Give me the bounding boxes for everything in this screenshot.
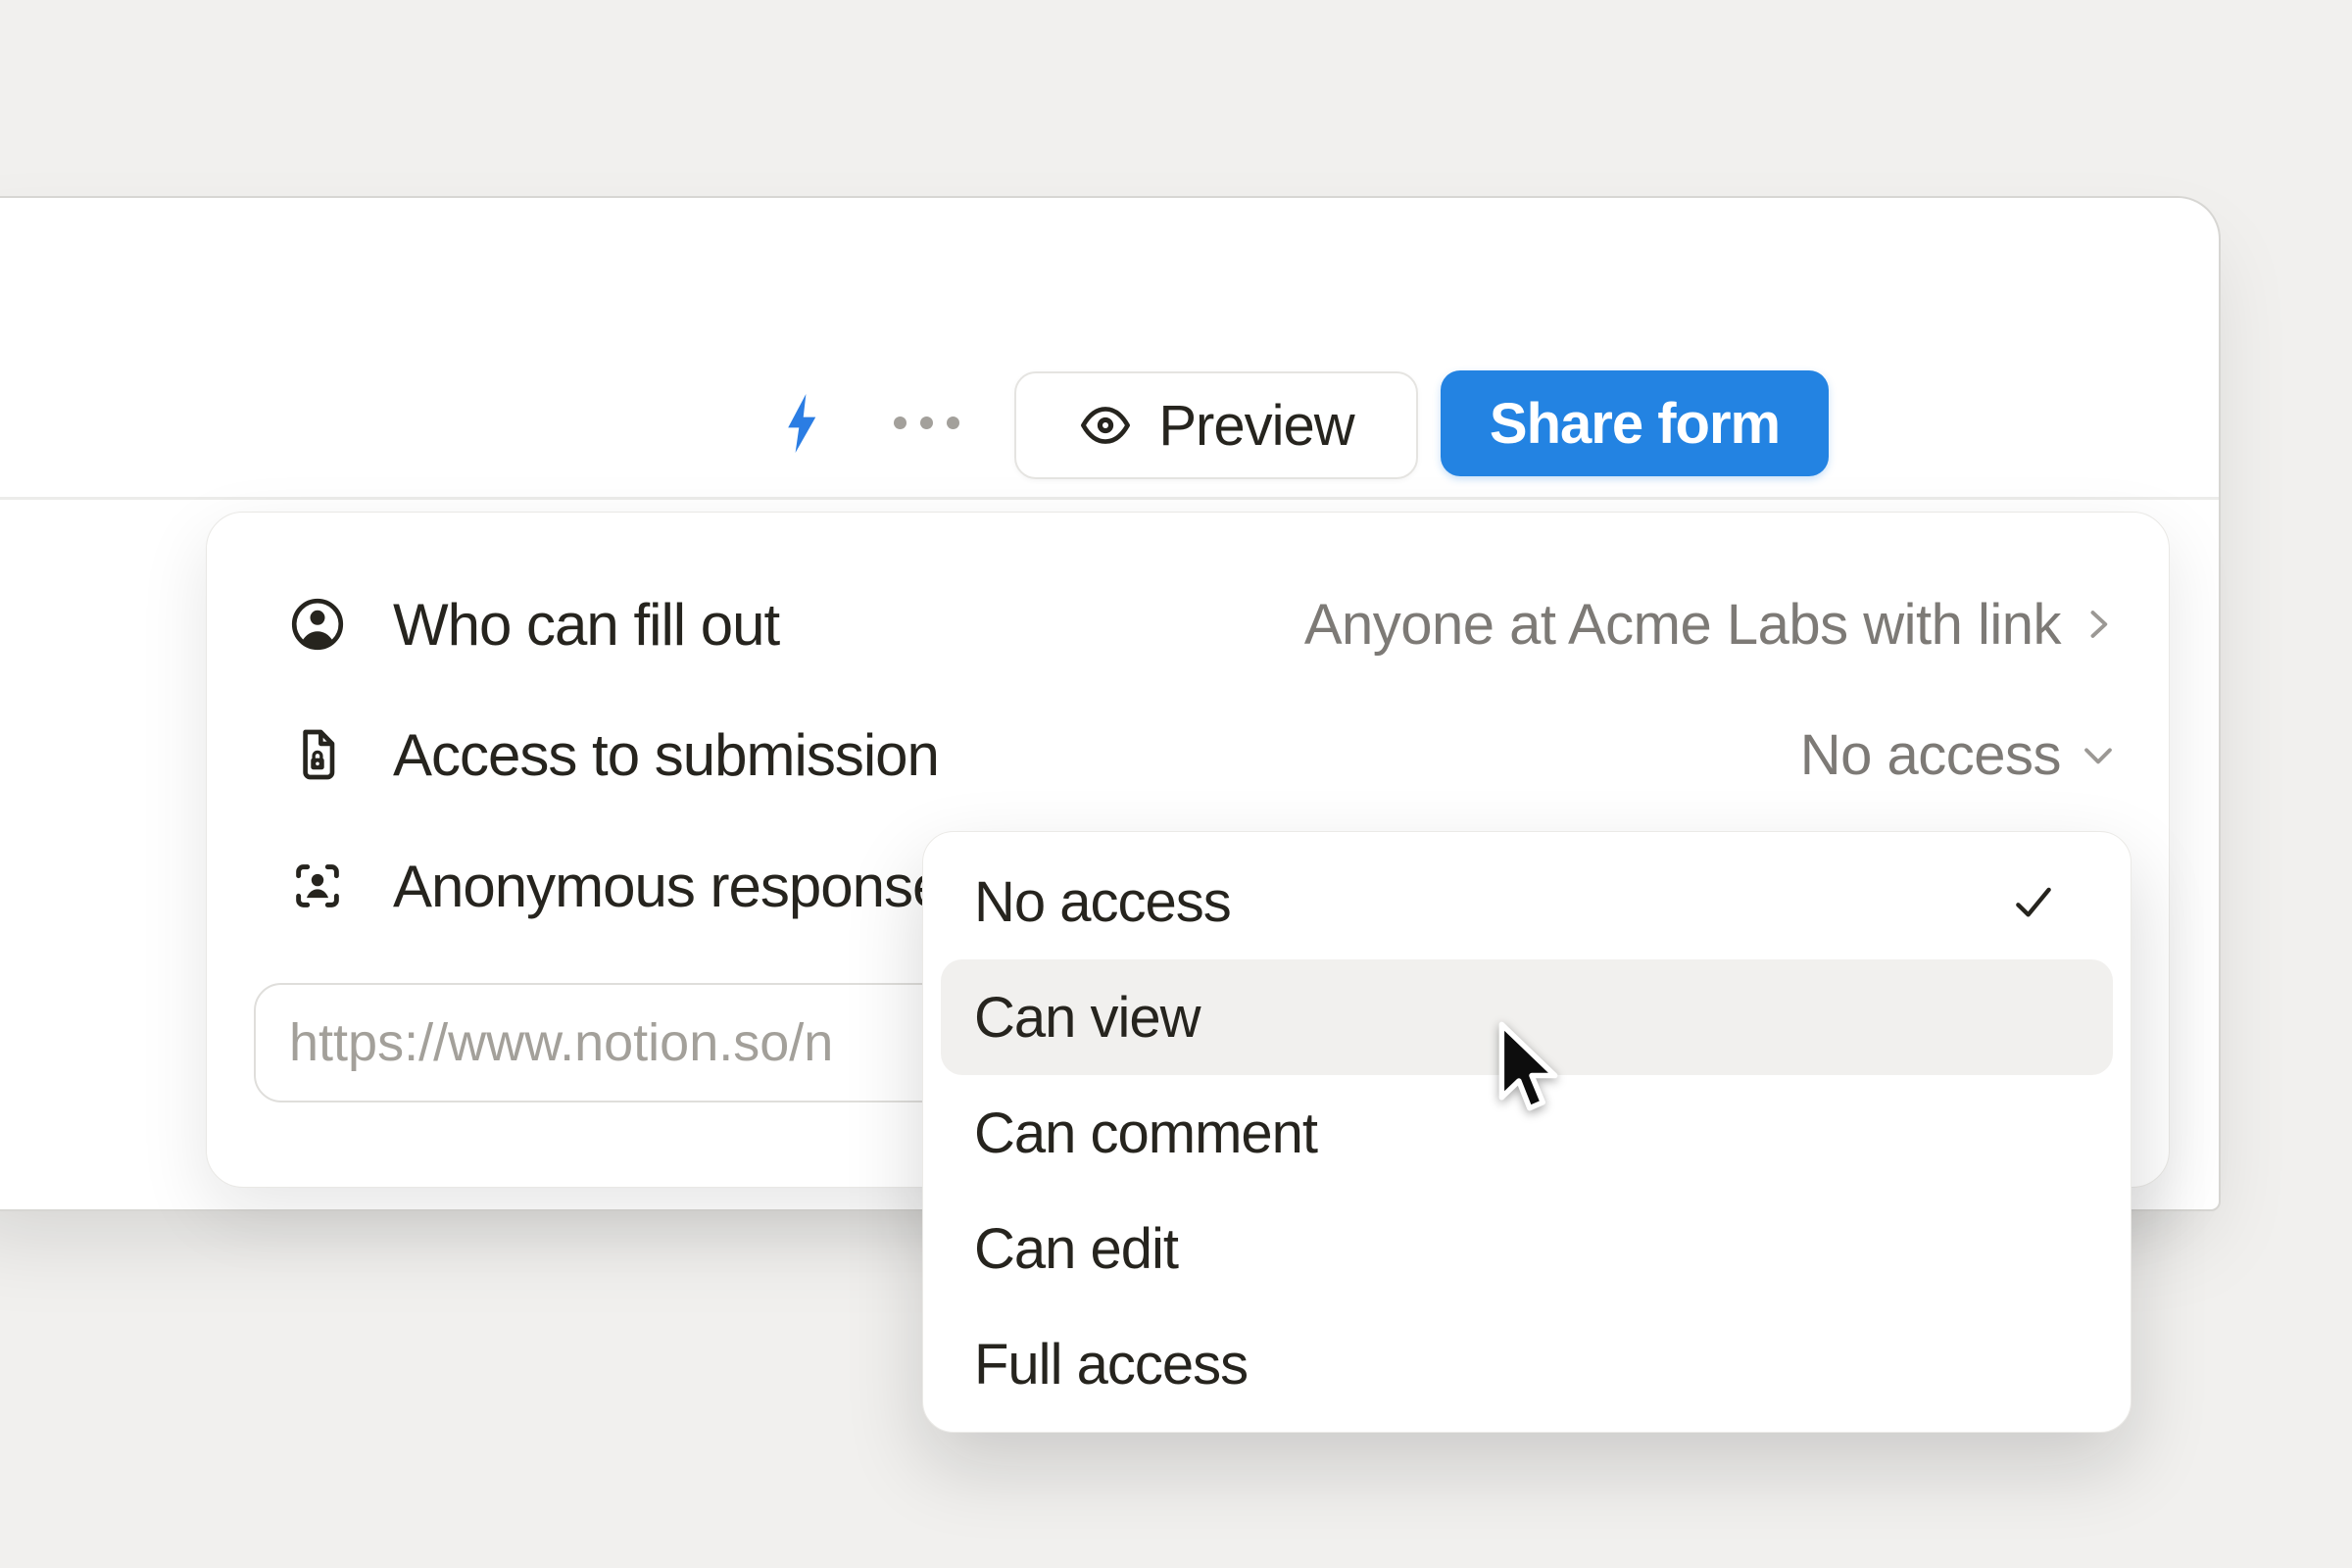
document-lock-icon: [287, 724, 348, 785]
row-label: Access to submission: [393, 721, 939, 789]
preview-label: Preview: [1158, 393, 1353, 459]
ellipsis-icon: [920, 416, 933, 429]
access-level-menu: No access Can view Can comment Can edit …: [922, 831, 2132, 1433]
who-can-fill-out-row[interactable]: Who can fill out Anyone at Acme Labs wit…: [207, 560, 2169, 689]
menu-item-label: Can view: [974, 985, 1200, 1051]
row-value: Anyone at Acme Labs with link: [1304, 592, 2061, 658]
more-options-button[interactable]: [894, 416, 959, 429]
menu-item-label: No access: [974, 869, 1231, 935]
person-scan-icon: [287, 856, 348, 916]
menu-item-label: Full access: [974, 1332, 1248, 1397]
menu-item-full-access[interactable]: Full access: [941, 1306, 2113, 1422]
chevron-down-icon: [2077, 733, 2120, 776]
chevron-right-icon: [2077, 603, 2120, 646]
menu-item-can-edit[interactable]: Can edit: [941, 1191, 2113, 1306]
menu-item-label: Can comment: [974, 1101, 1317, 1166]
share-form-button[interactable]: Share form: [1441, 370, 1829, 476]
cursor-arrow-icon: [1497, 1021, 1558, 1114]
who-can-fill-out-value[interactable]: Anyone at Acme Labs with link: [1304, 592, 2120, 658]
preview-button[interactable]: Preview: [1014, 371, 1418, 479]
person-circle-icon: [287, 594, 348, 655]
share-form-label: Share form: [1490, 391, 1780, 457]
ellipsis-icon: [894, 416, 906, 429]
menu-item-label: Can edit: [974, 1216, 1178, 1282]
ellipsis-icon: [947, 416, 959, 429]
row-label: Who can fill out: [393, 591, 779, 659]
eye-icon: [1078, 398, 1133, 453]
row-label: Anonymous responses: [393, 853, 972, 920]
access-to-submission-value[interactable]: No access: [1800, 722, 2120, 788]
toolbar-divider: [0, 497, 2219, 500]
checkmark-icon: [2009, 877, 2058, 926]
page-background: Preview Share form Who can fill out Anyo…: [0, 0, 2352, 1568]
row-value: No access: [1800, 722, 2061, 788]
lightning-bolt-icon[interactable]: [784, 392, 819, 455]
menu-item-no-access[interactable]: No access: [941, 844, 2113, 959]
access-to-submission-row[interactable]: Access to submission No access: [207, 690, 2169, 819]
